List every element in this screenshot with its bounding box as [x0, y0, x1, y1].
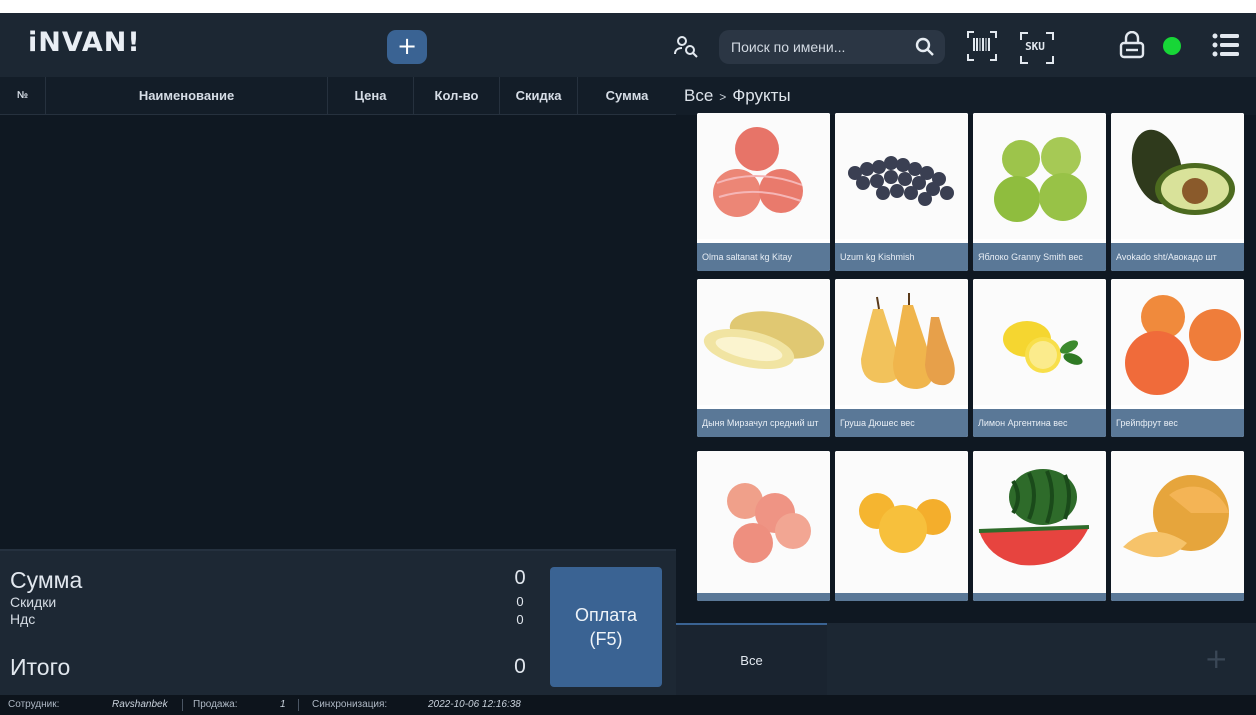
breadcrumb: Все > Фрукты: [684, 86, 791, 106]
vat-value: 0: [516, 612, 524, 627]
product-card[interactable]: Olma saltanat kg Kitay: [697, 113, 830, 271]
product-card[interactable]: [973, 451, 1106, 601]
barcode-icon[interactable]: [964, 28, 1000, 64]
grapefruit-image: [1111, 279, 1244, 405]
product-card[interactable]: [697, 451, 830, 601]
breadcrumb-separator: >: [719, 90, 727, 104]
discount-value: 0: [516, 594, 524, 609]
connection-status-indicator: [1163, 37, 1181, 55]
product-name: Olma saltanat kg Kitay: [697, 243, 830, 271]
product-card[interactable]: Uzum kg Kishmish: [835, 113, 968, 271]
product-grid: Olma saltanat kg Kitay Uzum kg Kishmish: [690, 113, 1250, 615]
col-name: Наименование: [46, 77, 328, 115]
sum-label: Сумма: [10, 567, 83, 593]
product-card[interactable]: Avokado sht/Авокадо шт: [1111, 113, 1244, 271]
red-apples-image: [697, 113, 830, 239]
product-name: [973, 593, 1106, 601]
col-sum: Сумма: [605, 88, 649, 103]
status-bar: Сотрудник: Ravshanbek Продажа: 1 Синхрон…: [0, 695, 1256, 715]
employee-value: Ravshanbek: [112, 699, 168, 710]
sum-value: 0: [514, 567, 526, 589]
sync-value: 2022-10-06 12:16:38: [428, 699, 521, 710]
search-input[interactable]: [731, 30, 911, 64]
app-logo: iNVAN!: [28, 27, 141, 58]
discount-label: Скидки: [10, 594, 57, 610]
menu-icon[interactable]: [1211, 30, 1241, 60]
category-breadcrumb-bar: Все > Фрукты: [676, 77, 1256, 115]
cash-register-icon[interactable]: [1117, 30, 1147, 62]
search-icon[interactable]: [915, 37, 935, 57]
col-quantity: Кол-во: [414, 77, 500, 115]
sale-label: Продажа:: [193, 699, 238, 710]
product-name: [697, 593, 830, 601]
pears-image: [835, 279, 968, 405]
employee-label: Сотрудник:: [8, 699, 60, 710]
customer-search-icon[interactable]: [672, 33, 700, 61]
product-name: Грейпфрут вес: [1111, 409, 1244, 437]
pay-button-label: Оплата: [575, 605, 637, 625]
sale-value: 1: [280, 699, 286, 710]
product-name: Uzum kg Kishmish: [835, 243, 968, 271]
product-card[interactable]: [1111, 451, 1244, 601]
order-table-header: № Наименование Цена Кол-во Скидка Сумма: [0, 77, 676, 115]
status-divider: [182, 699, 183, 711]
watermelon-image: [973, 451, 1106, 593]
product-name: [835, 593, 968, 601]
add-category-button[interactable]: +: [1205, 645, 1228, 673]
product-card[interactable]: [835, 451, 968, 601]
breadcrumb-root[interactable]: Все: [684, 86, 713, 105]
total-value: 0: [514, 655, 526, 678]
pay-button[interactable]: Оплата (F5): [550, 567, 662, 687]
product-card[interactable]: Грейпфрут вес: [1111, 279, 1244, 437]
product-card[interactable]: Груша Дюшес вес: [835, 279, 968, 437]
cantaloupe-image: [1111, 451, 1244, 593]
product-name: Avokado sht/Авокадо шт: [1111, 243, 1244, 271]
product-name: Дыня Мирзачул средний шт: [697, 409, 830, 437]
status-divider: [298, 699, 299, 711]
pink-apples-image: [697, 451, 830, 593]
green-apples-image: [973, 113, 1106, 239]
category-tab-all[interactable]: Все: [676, 623, 827, 695]
pay-button-shortcut: (F5): [589, 629, 623, 649]
add-order-button[interactable]: +: [387, 30, 427, 64]
totals-panel: Сумма 0 Скидки 0 Ндс 0 Итого 0 Оплата (F…: [0, 549, 676, 695]
product-card[interactable]: Дыня Мирзачул средний шт: [697, 279, 830, 437]
col-number: №: [0, 77, 46, 115]
oranges-image: [835, 451, 968, 593]
avocado-image: [1111, 113, 1244, 239]
product-name: Яблоко Granny Smith вес: [973, 243, 1106, 271]
melon-image: [697, 279, 830, 405]
product-name: [1111, 593, 1244, 601]
sync-label: Синхронизация:: [312, 699, 388, 710]
col-price: Цена: [328, 77, 414, 115]
order-items-list[interactable]: [0, 116, 676, 549]
vat-label: Ндс: [10, 611, 36, 627]
top-bar: iNVAN! + Поиск по имени... SKU: [0, 13, 1256, 77]
sku-icon[interactable]: SKU: [1016, 28, 1054, 64]
lemon-image: [973, 279, 1106, 405]
category-tabs: Все +: [676, 623, 1256, 695]
product-name: Лимон Аргентина вес: [973, 409, 1106, 437]
total-label: Итого: [10, 654, 71, 680]
product-card[interactable]: Лимон Аргентина вес: [973, 279, 1106, 437]
col-discount: Скидка: [500, 77, 578, 115]
pos-app: iNVAN! + Поиск по имени... SKU № Наимено…: [0, 13, 1256, 715]
breadcrumb-current: Фрукты: [732, 86, 791, 105]
dark-grapes-image: [835, 113, 968, 239]
product-card[interactable]: Яблоко Granny Smith вес: [973, 113, 1106, 271]
product-name: Груша Дюшес вес: [835, 409, 968, 437]
product-search: [719, 30, 945, 64]
sku-label: SKU: [1025, 39, 1045, 53]
